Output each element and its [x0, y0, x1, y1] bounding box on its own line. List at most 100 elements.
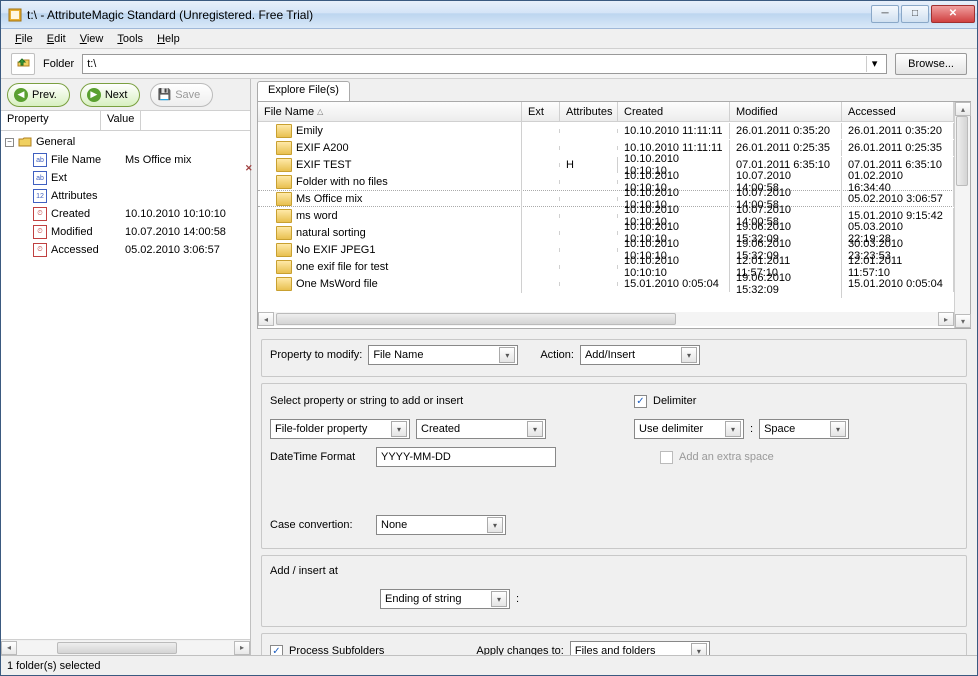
apply-to-label: Apply changes to:: [476, 645, 563, 655]
property-value: 10.07.2010 14:00:58: [125, 226, 226, 238]
folder-up-button[interactable]: [11, 53, 35, 75]
datetime-format-input[interactable]: YYYY-MM-DD: [376, 447, 556, 467]
menu-view[interactable]: View: [80, 33, 104, 45]
cell-ext: [522, 214, 560, 218]
save-button[interactable]: 💾Save: [150, 83, 213, 107]
source-kind-combo[interactable]: File-folder property▾: [270, 419, 410, 439]
properties-tree: − General ab File Name Ms Office mixab E…: [1, 131, 250, 639]
scroll-left-icon[interactable]: ◂: [1, 641, 17, 655]
menu-file[interactable]: FFileile: [15, 33, 33, 45]
extra-space-label: Add an extra space: [679, 451, 774, 463]
chevron-down-icon[interactable]: ▾: [391, 421, 407, 437]
process-subfolders-checkbox[interactable]: ✓: [270, 645, 283, 656]
chevron-down-icon[interactable]: ▾: [491, 591, 507, 607]
file-row[interactable]: one exif file for test 10.10.2010 10:10:…: [258, 258, 954, 275]
chevron-down-icon[interactable]: ▾: [499, 347, 515, 363]
property-icon: ⏲: [33, 243, 47, 257]
menu-tools[interactable]: Tools: [117, 33, 143, 45]
chevron-down-icon[interactable]: ▾: [681, 347, 697, 363]
scroll-up-icon[interactable]: ▴: [955, 102, 971, 116]
cell-modified: 19.06.2010 15:32:09: [730, 270, 842, 298]
property-row[interactable]: ⏲ Accessed 05.02.2010 3:06:57: [5, 241, 246, 259]
chevron-down-icon[interactable]: ▾: [487, 517, 503, 533]
property-icon: ⏲: [33, 207, 47, 221]
delimiter-char-combo[interactable]: Space▾: [759, 419, 849, 439]
chevron-down-icon[interactable]: ▾: [527, 421, 543, 437]
scroll-thumb[interactable]: [57, 642, 177, 654]
col-modified[interactable]: Modified: [730, 102, 842, 121]
close-panel-icon[interactable]: ✕: [245, 163, 253, 174]
case-conversion-label: Case convertion:: [270, 519, 370, 531]
property-row[interactable]: ab Ext: [5, 169, 246, 187]
process-subfolders-label: Process Subfolders: [289, 645, 384, 655]
grid-hscrollbar[interactable]: ◂ ▸: [258, 312, 954, 328]
menu-edit[interactable]: Edit: [47, 33, 66, 45]
select-property-label: Select property or string to add or inse…: [270, 395, 463, 407]
file-row[interactable]: Folder with no files 10.10.2010 10:10:10…: [258, 173, 954, 190]
cell-modified: 26.01.2011 0:25:35: [730, 140, 842, 156]
cell-filename: Folder with no files: [258, 173, 522, 191]
case-conversion-combo[interactable]: None▾: [376, 515, 506, 535]
left-hscrollbar[interactable]: ◂ ▸: [1, 639, 250, 655]
insert-at-combo[interactable]: Ending of string▾: [380, 589, 510, 609]
property-row[interactable]: ab File Name Ms Office mix: [5, 151, 246, 169]
tab-explore-files[interactable]: Explore File(s): [257, 81, 350, 101]
scroll-thumb[interactable]: [276, 313, 676, 325]
browse-button[interactable]: Browse...: [895, 53, 967, 75]
collapse-icon[interactable]: −: [5, 138, 14, 147]
scroll-thumb[interactable]: [956, 116, 968, 186]
file-row[interactable]: Emily 10.10.2010 11:11:11 26.01.2011 0:3…: [258, 122, 954, 139]
properties-header: Property Value: [1, 111, 250, 131]
tree-root[interactable]: − General: [5, 133, 246, 151]
delimiter-checkbox[interactable]: ✓: [634, 395, 647, 408]
chevron-down-icon[interactable]: ▾: [830, 421, 846, 437]
cell-accessed: 26.01.2011 0:25:35: [842, 140, 954, 156]
col-ext[interactable]: Ext: [522, 102, 560, 121]
apply-to-combo[interactable]: Files and folders▾: [570, 641, 710, 655]
action-combo[interactable]: Add/Insert▾: [580, 345, 700, 365]
datetime-format-label: DateTime Format: [270, 451, 370, 463]
cell-ext: [522, 163, 560, 167]
chevron-down-icon[interactable]: ▾: [866, 56, 882, 72]
cell-filename: No EXIF JPEG1: [258, 241, 522, 259]
cell-attr: [560, 180, 618, 184]
action-label: Action:: [540, 349, 574, 361]
cell-filename: ms word: [258, 207, 522, 225]
file-row[interactable]: One MsWord file 15.01.2010 0:05:04 19.06…: [258, 275, 954, 292]
property-label: Created: [51, 208, 121, 220]
col-filename[interactable]: File Name△: [258, 102, 522, 121]
folder-path-combo[interactable]: t:\ ▾: [82, 54, 887, 74]
source-property-combo[interactable]: Created▾: [416, 419, 546, 439]
cell-filename: natural sorting: [258, 224, 522, 242]
col-accessed[interactable]: Accessed: [842, 102, 954, 121]
property-row[interactable]: 12 Attributes: [5, 187, 246, 205]
scroll-right-icon[interactable]: ▸: [234, 641, 250, 655]
scroll-right-icon[interactable]: ▸: [938, 312, 954, 326]
col-created[interactable]: Created: [618, 102, 730, 121]
property-row[interactable]: ⏲ Created 10.10.2010 10:10:10: [5, 205, 246, 223]
extra-space-checkbox[interactable]: [660, 451, 673, 464]
property-row[interactable]: ⏲ Modified 10.07.2010 14:00:58: [5, 223, 246, 241]
chevron-down-icon[interactable]: ▾: [725, 421, 741, 437]
menu-help[interactable]: Help: [157, 33, 180, 45]
cell-modified: 26.01.2011 0:35:20: [730, 123, 842, 139]
folder-toolbar: Folder t:\ ▾ Browse...: [1, 49, 977, 79]
col-property[interactable]: Property: [1, 111, 101, 130]
col-value[interactable]: Value: [101, 111, 141, 130]
minimize-button[interactable]: ─: [871, 5, 899, 23]
next-button[interactable]: ▶Next: [80, 83, 141, 107]
close-button[interactable]: ✕: [931, 5, 975, 23]
maximize-button[interactable]: □: [901, 5, 929, 23]
grid-vscrollbar[interactable]: ▴ ▾: [954, 102, 970, 328]
cell-attr: [560, 146, 618, 150]
scroll-left-icon[interactable]: ◂: [258, 312, 274, 326]
use-delimiter-combo[interactable]: Use delimiter▾: [634, 419, 744, 439]
scroll-down-icon[interactable]: ▾: [955, 314, 971, 328]
cell-ext: [522, 231, 560, 235]
col-attributes[interactable]: Attributes: [560, 102, 618, 121]
chevron-down-icon[interactable]: ▾: [691, 643, 707, 655]
file-row[interactable]: Ms Office mix 10.10.2010 10:10:10 10.07.…: [258, 190, 954, 207]
property-to-modify-combo[interactable]: File Name▾: [368, 345, 518, 365]
file-row[interactable]: EXIF A200 10.10.2010 11:11:11 26.01.2011…: [258, 139, 954, 156]
prev-button[interactable]: ◀Prev.: [7, 83, 70, 107]
